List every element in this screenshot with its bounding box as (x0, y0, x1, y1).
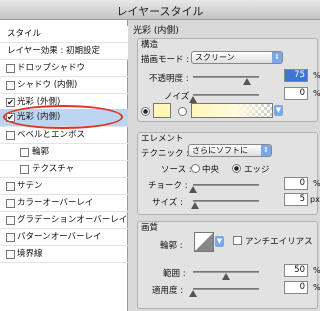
range-unit: % (313, 266, 320, 275)
sidebar-item-texture[interactable]: テクスチャ (0, 161, 128, 178)
antialias-label: アンチエイリアス (245, 237, 313, 247)
sidebar-header-default[interactable]: レイヤー効果 : 初期設定 (0, 43, 128, 60)
quality-group: 画質 輪郭 : ▼ アンチエイリアス 範囲 : 50 % 適用度 : 0 % (137, 221, 320, 309)
highlight-ellipse (3, 105, 123, 129)
checkbox-stroke[interactable] (6, 250, 15, 259)
choke-slider-thumb[interactable] (189, 186, 197, 193)
sidebar-item-inner-shadow[interactable]: シャドウ (内側) (0, 77, 128, 94)
color-mode-radio[interactable] (141, 107, 150, 116)
quality-title: 画質 (141, 223, 159, 233)
noise-slider-track[interactable] (193, 94, 259, 96)
sidebar-item-label: 境界線 (17, 249, 43, 259)
sidebar-item-label: テクスチャ (32, 164, 75, 174)
glow-color-swatch[interactable] (153, 103, 171, 118)
sidebar-header-styles-label: スタイル (7, 29, 42, 39)
noise-unit: % (313, 89, 320, 98)
sidebar-item-bevel-emboss[interactable]: ベベルとエンボス (0, 127, 128, 144)
technique-select[interactable]: さらにソフトに ⇕ (188, 144, 272, 157)
elements-title: エレメント (141, 134, 184, 144)
checkbox-bevel-emboss[interactable] (6, 131, 15, 140)
technique-value: さらにソフトに (192, 146, 248, 155)
choke-input[interactable]: 0 (284, 177, 308, 190)
sidebar-item-label: カラーオーバーレイ (17, 198, 94, 208)
sidebar-item-label: パターンオーバーレイ (17, 232, 102, 242)
choke-label: チョーク : (148, 181, 188, 191)
opacity-unit: % (313, 71, 320, 80)
sidebar-item-stroke[interactable]: 境界線 (0, 246, 128, 263)
sidebar-item-satin[interactable]: サテン (0, 178, 128, 195)
window-title: レイヤースタイル (116, 5, 204, 18)
blend-mode-select[interactable]: スクリーン ⇕ (191, 51, 283, 64)
range-input[interactable]: 50 (284, 264, 308, 277)
source-label: ソース : (161, 165, 192, 175)
source-center-label: 中央 (202, 165, 220, 175)
sidebar-item-pattern-overlay[interactable]: パターンオーバーレイ (0, 229, 128, 246)
contour-label: 輪郭 : (160, 241, 183, 251)
sidebar-item-color-overlay[interactable]: カラーオーバーレイ (0, 195, 128, 212)
source-edge-label: エッジ (244, 165, 270, 175)
range-slider-thumb[interactable] (222, 273, 230, 280)
antialias-checkbox[interactable] (233, 236, 242, 245)
jitter-input[interactable]: 0 (284, 281, 308, 294)
opacity-slider-thumb[interactable] (243, 78, 251, 85)
sidebar-item-label: 輪郭 (32, 147, 50, 157)
sidebar-header-default-label: レイヤー効果 : 初期設定 (7, 46, 101, 56)
technique-label: テクニック : (141, 149, 190, 159)
sidebar-item-gradient-overlay[interactable]: グラデーションオーバーレイ (0, 212, 128, 229)
choke-unit: % (313, 179, 320, 188)
source-center-radio[interactable] (191, 164, 200, 173)
sidebar-header-styles[interactable]: スタイル (0, 26, 128, 43)
noise-input[interactable]: 0 (284, 87, 308, 100)
contour-curve-icon (195, 233, 213, 251)
elements-group: エレメント テクニック : さらにソフトに ⇕ ソース : 中央 エッジ チョー… (137, 132, 320, 215)
blend-mode-label: 描画モード : (141, 55, 190, 65)
sidebar-item-drop-shadow[interactable]: ドロップシャドウ (0, 60, 128, 77)
checkbox-satin[interactable] (6, 182, 15, 191)
sidebar-item-label: シャドウ (内側) (17, 80, 78, 90)
sidebar-item-label: サテン (17, 181, 43, 191)
blend-mode-value: スクリーン (195, 53, 235, 62)
jitter-slider-thumb[interactable] (189, 290, 197, 297)
chevron-down-icon[interactable]: ▼ (274, 105, 283, 116)
sidebar-item-contour[interactable]: 輪郭 (0, 144, 128, 161)
sidebar-item-label: ベベルとエンボス (17, 130, 86, 140)
sidebar-item-label: ドロップシャドウ (17, 63, 86, 73)
size-input[interactable]: 5 (284, 193, 308, 206)
structure-title: 構造 (141, 40, 159, 50)
gradient-picker[interactable] (191, 103, 273, 118)
chevron-updown-icon: ⇕ (261, 145, 271, 156)
checkbox-outer-glow[interactable]: ✔ (6, 98, 15, 107)
checkbox-contour[interactable] (20, 148, 29, 157)
range-label: 範囲 : (163, 269, 186, 279)
jitter-unit: % (313, 283, 320, 292)
noise-slider-thumb[interactable] (189, 96, 197, 103)
gradient-mode-radio[interactable] (178, 107, 187, 116)
jitter-label: 適用度 : (152, 286, 184, 296)
settings-panel: 光彩 (内側) 構造 描画モード : スクリーン ⇕ 不透明度 : 75 % ノ… (129, 20, 320, 311)
contour-preview[interactable] (194, 232, 214, 252)
structure-group: 構造 描画モード : スクリーン ⇕ 不透明度 : 75 % ノイズ : 0 %… (137, 38, 320, 122)
size-slider-thumb[interactable] (191, 202, 199, 209)
choke-slider-track[interactable] (193, 184, 259, 186)
opacity-label: 不透明度 : (149, 74, 189, 84)
styles-sidebar: スタイル レイヤー効果 : 初期設定 ドロップシャドウ シャドウ (内側) ✔ … (0, 20, 128, 311)
jitter-slider-track[interactable] (193, 288, 259, 290)
chevron-down-icon[interactable]: ▼ (215, 236, 224, 247)
checkbox-drop-shadow[interactable] (6, 64, 15, 73)
source-edge-radio[interactable] (232, 164, 241, 173)
checkbox-color-overlay[interactable] (6, 199, 15, 208)
sidebar-item-label: グラデーションオーバーレイ (17, 215, 128, 225)
size-unit: px (310, 195, 320, 204)
checkbox-gradient-overlay[interactable] (6, 216, 15, 225)
opacity-input[interactable]: 75 (284, 69, 308, 82)
panel-title: 光彩 (内側) (133, 26, 179, 36)
checkbox-inner-shadow[interactable] (6, 81, 15, 90)
chevron-updown-icon: ⇕ (272, 52, 282, 63)
title-bar: レイヤースタイル (0, 0, 320, 20)
checkbox-pattern-overlay[interactable] (6, 233, 15, 242)
checkbox-texture[interactable] (20, 165, 29, 174)
size-slider-track[interactable] (193, 200, 259, 202)
size-label: サイズ : (152, 198, 183, 208)
